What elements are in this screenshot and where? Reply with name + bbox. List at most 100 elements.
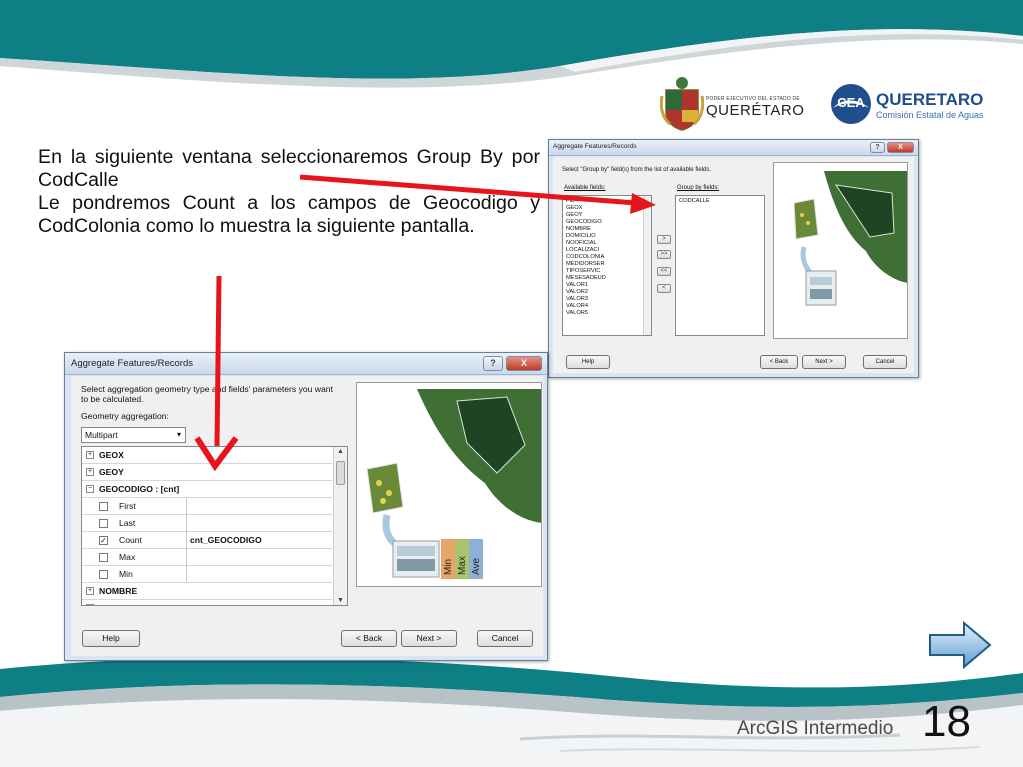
aggregation-option-row[interactable]: Max: [82, 549, 332, 566]
available-field-item[interactable]: NOOFICIAL: [563, 240, 651, 247]
group-by-field-item[interactable]: CODCALLE: [676, 198, 764, 205]
cancel-button[interactable]: Cancel: [477, 630, 533, 647]
available-field-item[interactable]: MESESADEUD: [563, 275, 651, 282]
logo-cea-subtitle: Comisión Estatal de Aguas: [876, 110, 984, 120]
page-number: 18: [922, 697, 971, 746]
available-field-item[interactable]: VALOR4: [563, 303, 651, 310]
add-field-button[interactable]: >: [657, 235, 671, 244]
max-tag: Max: [457, 556, 468, 575]
operation-label: Last: [119, 518, 136, 528]
column-divider: [186, 532, 187, 548]
available-field-item[interactable]: DOMICILIO: [563, 233, 651, 240]
group-by-instruction: Select "Group by" field(s) from the list…: [562, 167, 711, 173]
group-by-dialog: Aggregate Features/Records ? X Select "G…: [548, 139, 919, 378]
available-field-item[interactable]: MEDIDORSER: [563, 261, 651, 268]
fields-parameters-grid[interactable]: + DOMICILIO + NOMBRE Min Max ✓ Count cnt_GEOCODI…: [81, 446, 348, 606]
field-group-row[interactable]: − GEOCODIGO : [cnt]: [82, 481, 332, 498]
aggregation-option-row[interactable]: Min: [82, 566, 332, 583]
expand-icon[interactable]: +: [86, 451, 94, 459]
collapse-icon[interactable]: −: [86, 485, 94, 493]
add-all-fields-button[interactable]: >>: [657, 250, 671, 259]
operation-checkbox[interactable]: [99, 519, 108, 528]
coat-of-arms-icon: [660, 77, 704, 131]
operation-checkbox[interactable]: [99, 553, 108, 562]
expand-icon[interactable]: +: [86, 587, 94, 595]
available-field-item[interactable]: VALOR1: [563, 282, 651, 289]
available-fields-list[interactable]: FID GEOX GEOY GEOCODIGO NOMBRE DOMICILIO NOOFI…: [562, 195, 652, 336]
ave-tag: Ave: [471, 558, 482, 575]
group-by-dialog-titlebar[interactable]: Aggregate Features/Records ? X: [549, 140, 918, 156]
available-field-item[interactable]: LOCALIZACI: [563, 247, 651, 254]
logo-gobierno-queretaro: PODER EJECUTIVO DEL ESTADO DE QUERÉTARO: [660, 74, 810, 134]
instruction-line-2: Le pondremos Count a los campos de Geoco…: [38, 192, 540, 237]
operation-checkbox[interactable]: [99, 502, 108, 511]
column-divider: [186, 566, 187, 582]
aggregation-option-row[interactable]: ✓ Count cnt_GEOCODIGO: [82, 532, 332, 549]
remove-all-fields-button[interactable]: <<: [657, 267, 671, 276]
help-button[interactable]: Help: [82, 630, 140, 647]
available-field-item[interactable]: NOMBRE: [563, 226, 651, 233]
aggregation-dialog-title: Aggregate Features/Records: [71, 358, 193, 369]
group-by-fields-list[interactable]: CODCALLE: [675, 195, 765, 336]
available-fields-scrollbar[interactable]: [643, 196, 651, 335]
aggregation-instruction-line-2: to be calculated.: [81, 394, 144, 404]
expand-icon[interactable]: +: [86, 468, 94, 476]
next-slide-arrow-icon[interactable]: [928, 621, 992, 669]
available-field-item[interactable]: CODCOLONIA: [563, 254, 651, 261]
operation-checkbox[interactable]: [99, 570, 108, 579]
logo-gob-title: QUERÉTARO: [706, 102, 805, 119]
next-button[interactable]: Next >: [401, 630, 457, 647]
cancel-button[interactable]: Cancel: [863, 355, 907, 369]
available-field-item[interactable]: VALOR2: [563, 289, 651, 296]
scroll-down-icon[interactable]: ▼: [337, 597, 344, 604]
available-field-item[interactable]: TIPOSERVIC: [563, 268, 651, 275]
close-window-button[interactable]: X: [506, 356, 542, 371]
available-field-item[interactable]: GEOX: [563, 205, 651, 212]
operation-label: Min: [119, 569, 133, 579]
scroll-up-icon[interactable]: ▲: [337, 448, 344, 455]
field-group-row[interactable]: + GEOY: [82, 464, 332, 481]
back-button[interactable]: < Back: [341, 630, 397, 647]
group-by-dialog-title: Aggregate Features/Records: [553, 143, 637, 150]
remove-field-button[interactable]: <: [657, 284, 671, 293]
field-group-name: GEOX: [99, 450, 124, 460]
aggregation-option-row[interactable]: Last: [82, 515, 332, 532]
help-window-button[interactable]: ?: [483, 356, 503, 371]
available-field-item[interactable]: GEOY: [563, 212, 651, 219]
back-button[interactable]: < Back: [760, 355, 798, 369]
scroll-thumb[interactable]: [336, 461, 345, 485]
footer-course-title: ArcGIS Intermedio: [737, 718, 894, 739]
aggregation-instruction-line-1: Select aggregation geometry type and fie…: [81, 384, 333, 394]
field-group-name: NOMBRE: [99, 586, 138, 596]
fields-grid-scrollbar[interactable]: ▲ ▼: [333, 447, 347, 605]
operation-checkbox[interactable]: ✓: [99, 536, 108, 545]
geometry-aggregation-label: Geometry aggregation:: [81, 411, 169, 421]
geometry-aggregation-value: Multipart: [85, 430, 118, 440]
next-button[interactable]: Next >: [802, 355, 846, 369]
aggregation-dialog: Aggregate Features/Records ? X Select ag…: [64, 352, 548, 661]
available-field-item[interactable]: VALOR5: [563, 310, 651, 317]
map-illustration: [774, 163, 907, 338]
field-group-row[interactable]: + DOMICILIO: [82, 600, 332, 605]
aggregation-preview-image: Min Max Ave: [356, 382, 542, 587]
available-field-item[interactable]: GEOCODIGO: [563, 219, 651, 226]
cea-mark-text: CEA: [837, 95, 865, 110]
operation-label: First: [119, 501, 136, 511]
operation-label: Max: [119, 552, 136, 562]
chevron-down-icon[interactable]: ▾: [177, 428, 181, 442]
logo-cea-title: QUERETARO: [876, 90, 984, 109]
expand-icon[interactable]: +: [86, 604, 94, 605]
group-by-preview-image: [773, 162, 908, 339]
help-window-button[interactable]: ?: [870, 142, 885, 153]
aggregation-dialog-titlebar[interactable]: Aggregate Features/Records ? X: [65, 353, 547, 375]
available-field-item[interactable]: FID: [563, 198, 651, 205]
field-group-row[interactable]: + GEOX: [82, 447, 332, 464]
help-button[interactable]: Help: [566, 355, 610, 369]
available-field-item[interactable]: VALOR3: [563, 296, 651, 303]
close-window-button[interactable]: X: [887, 142, 914, 153]
field-group-row[interactable]: + NOMBRE: [82, 583, 332, 600]
output-field-name[interactable]: cnt_GEOCODIGO: [190, 535, 262, 545]
aggregation-option-row[interactable]: First: [82, 498, 332, 515]
footer-wave: [0, 657, 1023, 767]
geometry-aggregation-select[interactable]: Multipart ▾: [81, 427, 186, 443]
